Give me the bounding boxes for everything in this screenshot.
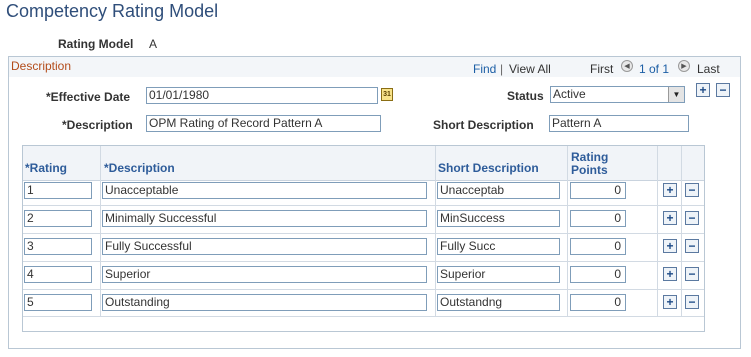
rating-input[interactable]: 3 (24, 238, 92, 255)
rating-description-input[interactable]: Unacceptable (102, 182, 427, 199)
nav-separator: | (500, 62, 504, 76)
calendar-icon[interactable]: 31 (381, 88, 393, 101)
view-all-link[interactable]: View All (509, 62, 551, 76)
add-row-icon[interactable]: + (663, 211, 677, 225)
rating-short-description-input[interactable]: Superior (437, 266, 560, 283)
delete-row-icon[interactable]: − (685, 295, 699, 309)
rating-short-description-input[interactable]: Outstandng (437, 294, 560, 311)
add-row-icon[interactable]: + (663, 267, 677, 281)
grid-row-divider (23, 316, 704, 317)
add-row-icon[interactable]: + (663, 183, 677, 197)
rating-description-input[interactable]: Superior (102, 266, 427, 283)
rating-column-header: *Rating (25, 161, 67, 175)
rating-input[interactable]: 2 (24, 210, 92, 227)
description-label: *Description (62, 118, 133, 132)
grid-divider (567, 146, 568, 316)
grid-row-divider (23, 261, 704, 262)
grid-row-divider (23, 233, 704, 234)
rating-model-label: Rating Model (58, 37, 134, 51)
rating-description-input[interactable]: Minimally Successful (102, 210, 427, 227)
add-row-icon[interactable]: + (696, 83, 710, 97)
rating-points-input[interactable]: 0 (570, 238, 626, 255)
next-arrow-icon[interactable]: ▶ (678, 60, 690, 72)
grid-row-divider (23, 289, 704, 290)
last-label[interactable]: Last (697, 62, 720, 76)
description-input[interactable]: OPM Rating of Record Pattern A (146, 115, 381, 132)
delete-row-icon[interactable]: − (685, 239, 699, 253)
rating-description-input[interactable]: Fully Successful (102, 238, 427, 255)
description-column-header: *Description (104, 161, 175, 175)
rating-points-column-header: Points (571, 163, 608, 177)
delete-row-icon[interactable]: − (685, 183, 699, 197)
effective-date-input[interactable]: 01/01/1980 (146, 87, 378, 104)
status-select[interactable]: Active ▼ (550, 86, 685, 103)
rating-description-input[interactable]: Outstanding (102, 294, 427, 311)
status-label: Status (507, 89, 544, 103)
rating-model-value: A (149, 37, 158, 51)
rating-points-input[interactable]: 0 (570, 210, 626, 227)
add-row-icon[interactable]: + (663, 239, 677, 253)
rating-short-description-input[interactable]: Fully Succ (437, 238, 560, 255)
effective-date-label: *Effective Date (46, 90, 131, 104)
rating-input[interactable]: 5 (24, 294, 92, 311)
delete-row-icon[interactable]: − (716, 83, 730, 97)
rating-points-input[interactable]: 0 (570, 294, 626, 311)
page-title: Competency Rating Model (6, 1, 219, 21)
add-row-icon[interactable]: + (663, 295, 677, 309)
short-description-column-header: Short Description (438, 161, 539, 175)
rating-short-description-input[interactable]: MinSuccess (437, 210, 560, 227)
rating-short-description-input[interactable]: Unacceptab (437, 182, 560, 199)
grid-divider (657, 146, 658, 316)
short-description-input[interactable]: Pattern A (549, 115, 689, 132)
grid-row-divider (23, 205, 704, 206)
rating-input[interactable]: 4 (24, 266, 92, 283)
grid-divider (100, 146, 101, 316)
grid-divider (435, 146, 436, 316)
delete-row-icon[interactable]: − (685, 267, 699, 281)
record-range: 1 of 1 (639, 62, 670, 76)
delete-row-icon[interactable]: − (685, 211, 699, 225)
status-select-value: Active (553, 87, 586, 101)
previous-arrow-icon[interactable]: ◀ (621, 60, 633, 72)
dropdown-arrow-icon[interactable]: ▼ (668, 87, 684, 102)
grid-divider (681, 146, 682, 316)
short-description-label: Short Description (433, 118, 534, 132)
rating-points-input[interactable]: 0 (570, 182, 626, 199)
rating-points-column-header: Rating (571, 150, 609, 164)
rating-points-input[interactable]: 0 (570, 266, 626, 283)
find-link[interactable]: Find (473, 62, 496, 76)
rating-input[interactable]: 1 (24, 182, 92, 199)
first-label[interactable]: First (590, 62, 613, 76)
section-title: Description (11, 59, 72, 73)
